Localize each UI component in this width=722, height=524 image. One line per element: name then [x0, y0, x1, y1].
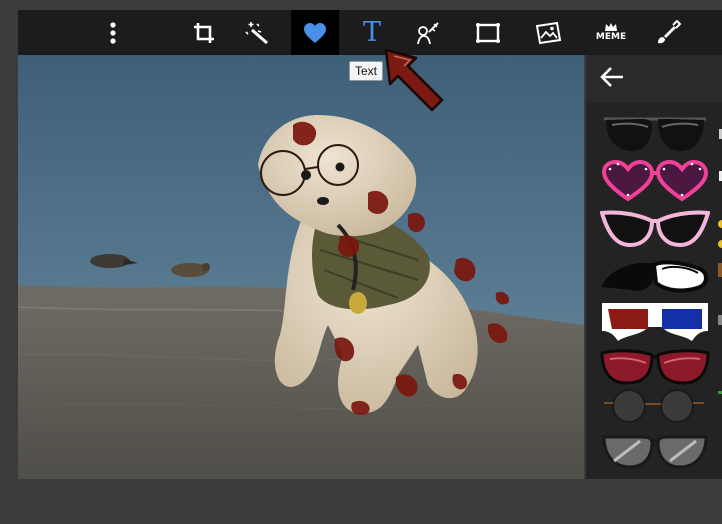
vertical-dots-icon: [109, 21, 117, 44]
sticker-peek[interactable]: [716, 167, 722, 185]
heart-icon: [303, 22, 327, 44]
paint-brush-icon: [655, 19, 681, 46]
crop-button[interactable]: [180, 10, 228, 55]
pointer-arrow-icon: [382, 46, 448, 120]
brush-icon: [415, 20, 441, 46]
stickers-button[interactable]: [291, 10, 339, 55]
sticker-peek[interactable]: [716, 235, 722, 253]
sticker-black-white-wrap-glasses[interactable]: [600, 255, 710, 299]
sticker-round-dark-glasses[interactable]: [600, 379, 710, 435]
sticker-peek[interactable]: [716, 261, 722, 279]
photo-image: [18, 55, 584, 479]
sticker-peek[interactable]: [716, 215, 722, 233]
photo-editor-app: T MEME Text: [0, 0, 722, 524]
toolbar: T MEME: [18, 10, 722, 55]
paint-button[interactable]: [644, 10, 692, 55]
back-arrow-icon: [599, 66, 625, 92]
sticker-panel: [586, 55, 722, 479]
sticker-gray-aviator-glasses[interactable]: [600, 431, 710, 475]
magic-wand-icon: [244, 20, 270, 46]
sticker-peek[interactable]: [716, 383, 722, 401]
overlay-button[interactable]: [526, 10, 574, 55]
sticker-pink-cat-eye-glasses[interactable]: [600, 207, 710, 251]
photo-canvas[interactable]: [18, 55, 584, 479]
panel-header: [586, 55, 722, 103]
frame-button[interactable]: [464, 10, 512, 55]
more-options-button[interactable]: [89, 10, 137, 55]
meme-label: MEME: [595, 32, 627, 42]
image-overlay-icon: [535, 21, 565, 45]
crop-icon: [192, 21, 216, 45]
frame-icon: [475, 22, 501, 44]
sticker-peek[interactable]: [716, 125, 722, 143]
sticker-pink-heart-glasses[interactable]: [600, 159, 710, 203]
sticker-aviator-sunglasses[interactable]: [600, 111, 710, 155]
text-tooltip: Text: [349, 61, 384, 81]
sticker-3d-glasses[interactable]: [600, 301, 710, 345]
meme-icon: MEME: [596, 22, 626, 43]
text-t-icon: T: [362, 17, 381, 48]
sticker-peek[interactable]: [716, 311, 722, 329]
meme-button[interactable]: MEME: [587, 10, 635, 55]
back-button[interactable]: [596, 65, 628, 93]
enhance-button[interactable]: [233, 10, 281, 55]
